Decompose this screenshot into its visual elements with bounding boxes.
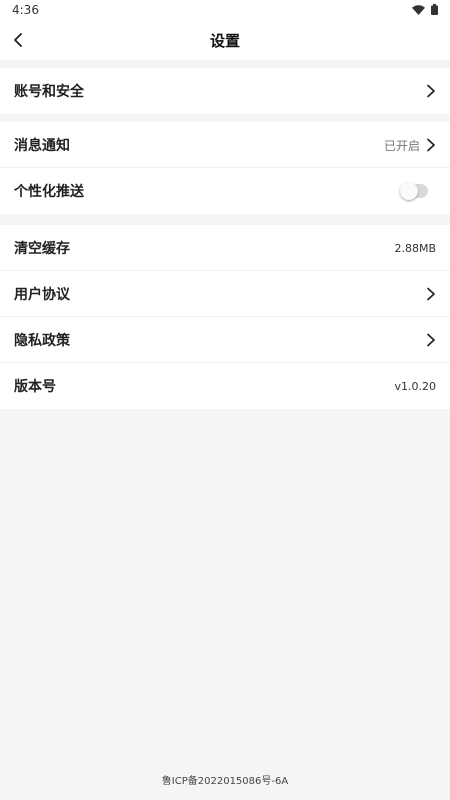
wifi-icon [412, 4, 425, 15]
row-version: 版本号 v1.0.20 [0, 363, 450, 409]
row-label: 消息通知 [14, 138, 70, 154]
row-right: 已开启 [384, 122, 436, 168]
settings-group-notifications: 消息通知 已开启 个性化推送 [0, 122, 450, 214]
row-label: 清空缓存 [14, 241, 70, 257]
row-right: v1.0.20 [395, 363, 437, 409]
row-label: 隐私政策 [14, 333, 70, 349]
icp-record: 鲁ICP备2022015086号-6A [161, 776, 289, 787]
row-right [426, 271, 436, 317]
row-user-agreement[interactable]: 用户协议 [0, 271, 450, 317]
personalized-push-toggle[interactable] [400, 182, 428, 200]
row-account-security[interactable]: 账号和安全 [0, 68, 450, 114]
nav-bar: 设置 [0, 20, 450, 60]
version-number: v1.0.20 [394, 379, 437, 393]
row-right [400, 168, 436, 214]
status-time: 4:36 [12, 3, 39, 17]
chevron-right-icon [426, 138, 436, 152]
chevron-right-icon [426, 287, 436, 301]
chevron-right-icon [426, 333, 436, 347]
status-bar: 4:36 [0, 0, 450, 20]
row-label: 账号和安全 [14, 84, 84, 100]
row-label: 个性化推送 [14, 184, 84, 200]
row-clear-cache[interactable]: 清空缓存 2.88MB [0, 225, 450, 271]
status-icons [412, 4, 438, 15]
row-label: 版本号 [14, 379, 56, 395]
row-right [426, 68, 436, 114]
settings-group-account: 账号和安全 [0, 68, 450, 114]
row-personalized-push: 个性化推送 [0, 168, 450, 214]
cache-size: 2.88MB [394, 241, 436, 255]
notification-status: 已开启 [383, 138, 420, 153]
settings-group-misc: 清空缓存 2.88MB 用户协议 隐私政策 版本号 v1.0.20 [0, 225, 450, 409]
chevron-right-icon [426, 84, 436, 98]
row-message-notification[interactable]: 消息通知 已开启 [0, 122, 450, 168]
row-right [426, 317, 436, 363]
row-right: 2.88MB [394, 225, 436, 271]
row-privacy-policy[interactable]: 隐私政策 [0, 317, 450, 363]
row-label: 用户协议 [14, 287, 70, 303]
toggle-knob [400, 182, 418, 200]
page-title: 设置 [209, 32, 240, 50]
battery-icon [431, 4, 438, 15]
